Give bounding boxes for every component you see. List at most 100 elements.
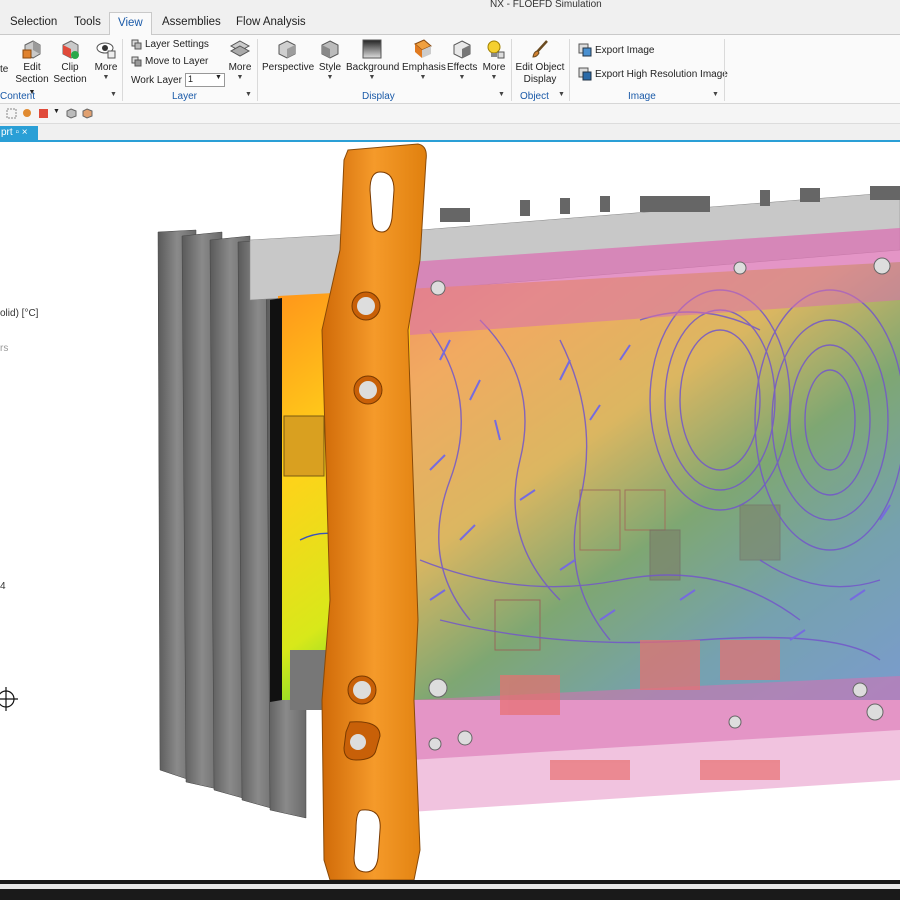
pcb-edge <box>270 298 282 702</box>
move-to-layer-button[interactable]: Move to Layer <box>131 56 208 67</box>
lightbulb-icon <box>487 40 505 59</box>
group-separator <box>257 39 258 101</box>
chevron-down-icon: ▼ <box>326 74 334 81</box>
graphics-viewport[interactable]: olid) [°C] rs 4 <box>0 142 900 880</box>
work-layer-select[interactable]: 1 ▼ <box>184 73 225 87</box>
layer-settings-button[interactable]: Layer Settings <box>131 39 209 50</box>
chevron-down-icon: ▼ <box>368 74 376 81</box>
window-title: NX - FLOEFD Simulation <box>490 0 602 10</box>
tab-flow-analysis[interactable]: Flow Analysis <box>236 16 306 28</box>
document-tab-label: prt <box>1 127 13 138</box>
export-high-res-icon <box>578 67 592 81</box>
export-high-res-button[interactable]: Export High Resolution Image <box>578 67 728 81</box>
ribbon-tab-bar: Selection Tools View Assemblies Flow Ana… <box>0 12 900 36</box>
background-icon <box>362 39 382 59</box>
visibility-icon <box>96 42 116 59</box>
chevron-down-icon[interactable]: ▼ <box>498 91 505 98</box>
export-image-label: Export Image <box>595 44 655 56</box>
tab-view[interactable]: View <box>109 12 152 36</box>
simulation-3d-model <box>0 143 900 880</box>
style-icon <box>321 40 339 59</box>
edit-object-display-button[interactable]: Edit Object Display <box>514 38 566 86</box>
chevron-down-icon: ▼ <box>490 74 498 81</box>
filter-icon[interactable] <box>22 108 33 119</box>
content-more-label: More <box>94 62 118 73</box>
group-separator <box>724 39 725 101</box>
work-layer-value: 1 <box>187 74 193 84</box>
display-more-button[interactable]: More ▼ <box>480 38 508 82</box>
quick-toolbar: ▼ <box>0 104 900 124</box>
layer-group-label: Layer <box>172 91 198 102</box>
clip-section-label-2: Section <box>53 74 87 85</box>
chevron-down-icon: ▼ <box>236 74 244 81</box>
document-tab[interactable]: prt ▫ × <box>0 126 38 142</box>
export-image-button[interactable]: Export Image <box>578 43 654 57</box>
cube-icon[interactable] <box>66 108 77 119</box>
title-bar: NX - FLOEFD Simulation <box>0 0 900 12</box>
image-group-label: Image <box>628 91 656 102</box>
tab-tools[interactable]: Tools <box>74 16 101 28</box>
layer-more-button[interactable]: More ▼ <box>226 38 254 82</box>
status-strip <box>0 884 900 889</box>
emphasis-button[interactable]: Emphasis ▼ <box>402 38 446 82</box>
display-group-label: Display <box>362 91 395 102</box>
snap-icon[interactable] <box>38 108 49 119</box>
layer-more-label: More <box>228 62 252 73</box>
layer-settings-label: Layer Settings <box>145 39 209 50</box>
export-image-icon <box>578 43 592 57</box>
effects-label: Effects <box>447 62 478 73</box>
chevron-down-icon: ▼ <box>458 74 466 81</box>
export-high-res-label: Export High Resolution Image <box>595 68 728 80</box>
edit-object-display-label-2: Display <box>523 74 557 85</box>
chevron-down-icon: ▼ <box>102 74 110 81</box>
perspective-icon <box>278 40 296 59</box>
layers-icon <box>229 40 251 57</box>
partial-button-label[interactable]: te <box>0 64 10 76</box>
content-group-label: Content <box>0 91 36 102</box>
box-icon[interactable] <box>82 108 93 119</box>
pin-icon[interactable]: ▫ <box>15 127 19 138</box>
chevron-down-icon: ▼ <box>419 74 427 81</box>
ribbon: te Edit Section ▼ Clip Section More ▼ Co… <box>0 35 900 104</box>
effects-button[interactable]: Effects ▼ <box>447 38 477 82</box>
chevron-down-icon[interactable]: ▼ <box>110 91 117 98</box>
edit-section-label: Edit <box>23 62 41 73</box>
select-icon[interactable] <box>6 108 17 119</box>
edit-object-display-label: Edit Object <box>515 62 565 73</box>
emphasis-label: Emphasis <box>402 62 446 73</box>
move-to-layer-label: Move to Layer <box>145 56 209 67</box>
chevron-down-icon[interactable]: ▼ <box>712 91 719 98</box>
style-button[interactable]: Style ▼ <box>316 38 344 82</box>
emphasis-icon <box>414 39 432 58</box>
edit-section-label-2: Section <box>15 74 49 85</box>
taskbar <box>0 880 900 900</box>
group-separator <box>122 39 123 101</box>
clip-section-button[interactable]: Clip Section <box>53 38 87 86</box>
perspective-label: Perspective <box>262 62 315 73</box>
close-icon[interactable]: × <box>22 127 28 138</box>
tab-assemblies[interactable]: Assemblies <box>162 16 221 28</box>
chevron-down-icon[interactable]: ▼ <box>245 91 252 98</box>
component-block <box>283 415 325 477</box>
background-label: Background <box>346 62 400 73</box>
effects-icon <box>453 40 471 59</box>
partial-label-text: te <box>0 64 9 75</box>
background-button[interactable]: Background ▼ <box>346 38 400 82</box>
document-tab-bar: prt ▫ × <box>0 124 900 142</box>
rotate-cursor-icon <box>0 687 18 711</box>
group-separator <box>511 39 512 101</box>
layer-settings-icon <box>131 39 142 50</box>
edit-section-icon <box>22 40 41 59</box>
app-window: NX - FLOEFD Simulation Selection Tools V… <box>0 0 900 900</box>
work-layer-row: Work Layer 1 ▼ <box>131 73 225 87</box>
perspective-button[interactable]: Perspective <box>262 38 315 74</box>
edit-section-button[interactable]: Edit Section ▼ <box>12 38 52 99</box>
tab-selection[interactable]: Selection <box>10 16 57 28</box>
content-more-button[interactable]: More ▼ <box>92 38 120 82</box>
chevron-down-icon[interactable]: ▼ <box>53 108 60 115</box>
object-group-label: Object <box>520 91 549 102</box>
clip-section-icon <box>62 40 79 59</box>
chevron-down-icon[interactable]: ▼ <box>558 91 565 98</box>
style-label: Style <box>318 62 342 73</box>
clip-section-label: Clip <box>61 62 79 73</box>
